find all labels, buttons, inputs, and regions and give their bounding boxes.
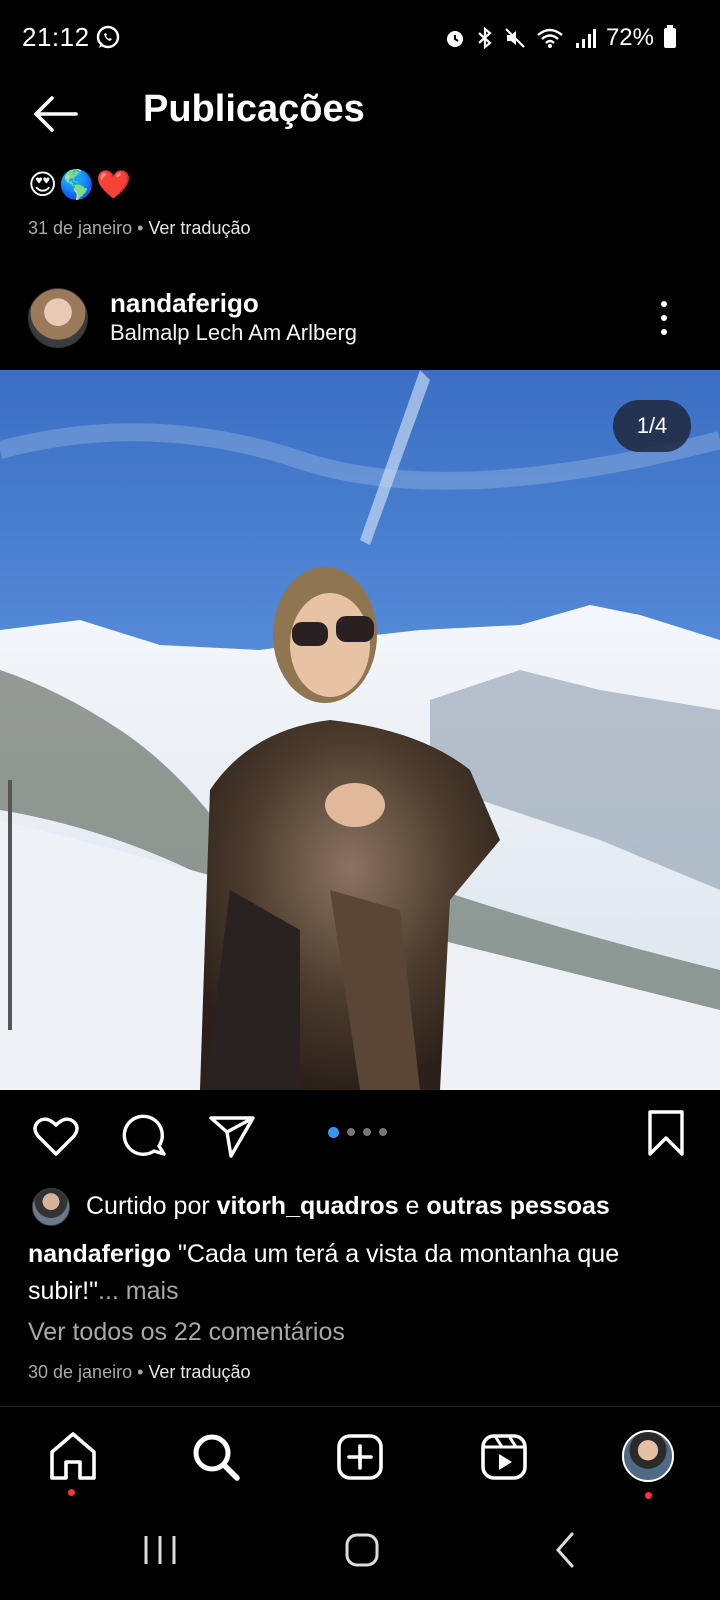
mute-icon bbox=[505, 28, 525, 48]
previous-post-meta: 31 de janeiro • Ver tradução bbox=[28, 218, 250, 239]
separator: • bbox=[132, 218, 149, 238]
profile-avatar-tab[interactable] bbox=[622, 1430, 674, 1482]
post-caption: nandaferigo "Cada um terá a vista da mon… bbox=[28, 1236, 692, 1310]
create-plus-icon[interactable] bbox=[333, 1430, 387, 1484]
page-title: Publicações bbox=[143, 88, 365, 130]
translate-link[interactable]: Ver tradução bbox=[148, 218, 250, 238]
view-all-comments-link[interactable]: Ver todos os 22 comentários bbox=[28, 1318, 345, 1347]
caption-author[interactable]: nandaferigo bbox=[28, 1240, 171, 1268]
carousel-dot-4 bbox=[379, 1128, 387, 1136]
search-icon[interactable] bbox=[189, 1430, 243, 1484]
recent-apps-icon[interactable] bbox=[142, 1530, 178, 1570]
liker-username[interactable]: vitorh_quadros bbox=[217, 1192, 399, 1220]
battery-icon bbox=[664, 25, 676, 48]
previous-post-date: 31 de janeiro bbox=[28, 218, 133, 238]
image-counter: 1/4 bbox=[613, 400, 691, 452]
post-date: 30 de janeiro bbox=[28, 1362, 133, 1382]
system-back-icon[interactable] bbox=[552, 1530, 582, 1570]
translate-link[interactable]: Ver tradução bbox=[148, 1362, 250, 1382]
post-author[interactable]: nandaferigo bbox=[110, 288, 259, 319]
carousel-dot-3 bbox=[363, 1128, 371, 1136]
previous-post-caption: 😍🌎❤️ bbox=[28, 169, 133, 200]
bookmark-icon[interactable] bbox=[640, 1108, 692, 1160]
battery-percent: 72% bbox=[605, 24, 654, 51]
like-heart-icon[interactable] bbox=[30, 1110, 82, 1162]
caption-more-link[interactable]: mais bbox=[119, 1277, 179, 1305]
carousel-indicator bbox=[328, 1127, 387, 1138]
likes-others[interactable]: outras pessoas bbox=[426, 1192, 609, 1220]
signal-icon bbox=[575, 29, 596, 48]
likes-summary[interactable]: Curtido por vitorh_quadros e outras pess… bbox=[86, 1192, 610, 1221]
home-button-icon[interactable] bbox=[342, 1530, 382, 1570]
photo-mountain-scene bbox=[0, 370, 720, 1090]
nav-divider bbox=[0, 1406, 720, 1407]
home-icon[interactable] bbox=[46, 1430, 100, 1484]
separator: • bbox=[132, 1362, 149, 1382]
more-options-icon[interactable] bbox=[650, 298, 678, 338]
author-avatar[interactable] bbox=[28, 288, 88, 348]
post-location[interactable]: Balmalp Lech Am Arlberg bbox=[110, 320, 357, 346]
whatsapp-icon bbox=[96, 25, 120, 49]
reels-icon[interactable] bbox=[477, 1430, 531, 1484]
bluetooth-icon bbox=[478, 27, 492, 49]
carousel-dot-1 bbox=[328, 1127, 339, 1138]
carousel-dot-2 bbox=[347, 1128, 355, 1136]
profile-notification-dot bbox=[645, 1492, 652, 1499]
post-photo[interactable] bbox=[0, 370, 720, 1090]
caption-ellipsis: ... bbox=[98, 1277, 119, 1305]
share-paper-plane-icon[interactable] bbox=[207, 1110, 259, 1162]
post-meta: 30 de janeiro • Ver tradução bbox=[28, 1362, 250, 1383]
wifi-icon bbox=[537, 28, 563, 48]
comment-bubble-icon[interactable] bbox=[118, 1110, 170, 1162]
status-icons: 72% bbox=[444, 24, 676, 52]
back-arrow-icon[interactable] bbox=[30, 92, 80, 136]
liker-avatar[interactable] bbox=[32, 1188, 70, 1226]
home-notification-dot bbox=[68, 1489, 75, 1496]
alarm-icon bbox=[446, 31, 463, 47]
likes-prefix: Curtido por bbox=[86, 1192, 217, 1220]
likes-connector: e bbox=[398, 1192, 427, 1220]
status-time: 21:12 bbox=[22, 22, 90, 52]
